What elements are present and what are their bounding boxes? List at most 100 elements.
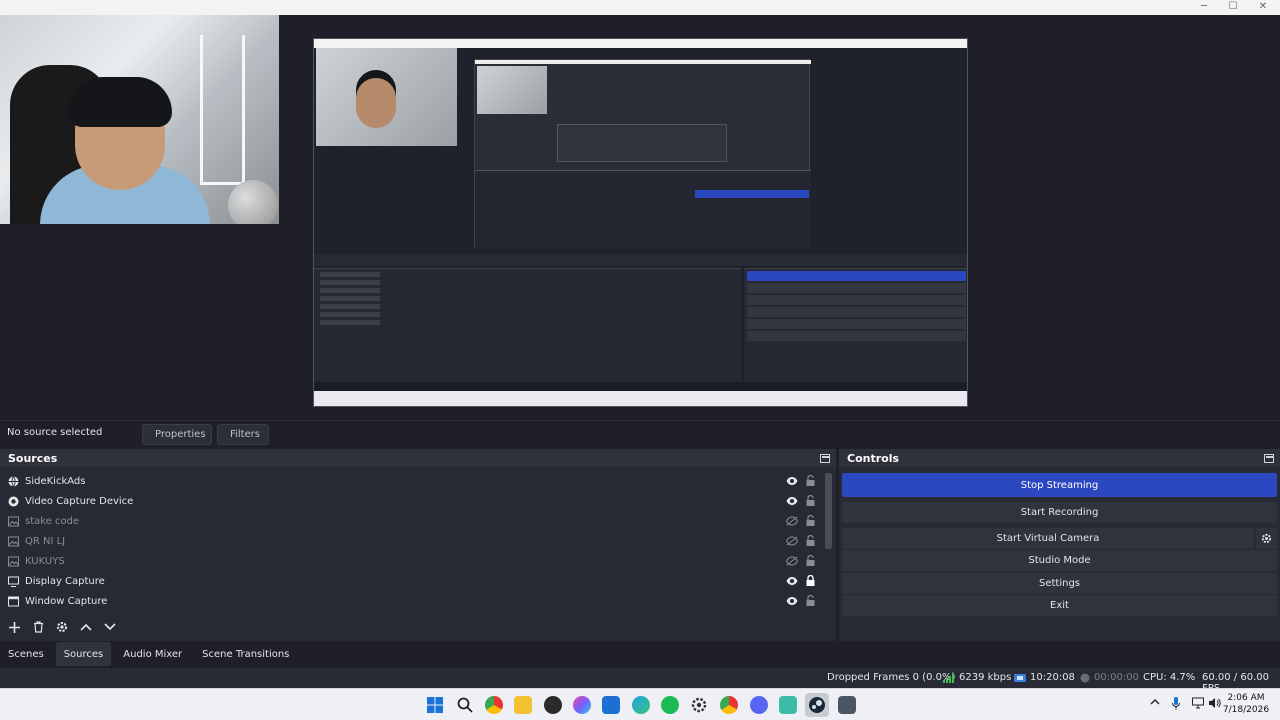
- sources-title: Sources: [8, 451, 58, 465]
- spotify-icon[interactable]: [661, 696, 679, 714]
- unlock-icon[interactable]: [806, 474, 815, 486]
- display-capture-preview: [313, 38, 968, 407]
- tab-scenes[interactable]: Scenes: [0, 642, 52, 666]
- minimize-button[interactable]: ─: [1189, 0, 1219, 15]
- tab-scene-transitions[interactable]: Scene Transitions: [194, 642, 297, 666]
- title-bar: ─ ☐ ✕: [0, 0, 1280, 15]
- close-button[interactable]: ✕: [1248, 0, 1278, 15]
- dock-tabs: Scenes Sources Audio Mixer Scene Transit…: [0, 642, 836, 666]
- bitrate-text: 6239 kbps: [959, 672, 1012, 683]
- properties-label: Properties: [155, 429, 206, 440]
- stream-time-text: 10:20:08: [1030, 672, 1075, 683]
- no-source-label: No source selected: [7, 427, 103, 438]
- dropped-frames: Dropped Frames 0 (0.0%): [827, 672, 956, 683]
- settings-icon[interactable]: [690, 696, 708, 714]
- source-item[interactable]: Video Capture Device: [0, 491, 822, 511]
- source-item[interactable]: SideKickAds: [0, 471, 822, 491]
- filters-label: Filters: [230, 429, 260, 440]
- source-item[interactable]: stake code: [0, 511, 822, 531]
- source-toolbar: No source selected Properties Filters: [0, 420, 1280, 447]
- source-label: stake code: [25, 515, 80, 527]
- volume-icon[interactable]: [1208, 697, 1221, 712]
- controls-title: Controls: [847, 451, 900, 465]
- preview-canvas[interactable]: [0, 15, 1280, 420]
- tab-audio-mixer[interactable]: Audio Mixer: [115, 642, 190, 666]
- browser-icon: [8, 475, 19, 487]
- sources-scrollbar[interactable]: [825, 471, 832, 599]
- unlock-icon[interactable]: [806, 594, 815, 606]
- unlock-icon[interactable]: [806, 514, 815, 526]
- source-label: KUKUYS: [25, 555, 65, 567]
- remove-source-button[interactable]: [28, 617, 48, 637]
- unlock-icon[interactable]: [806, 494, 815, 506]
- source-label: QR NI LJ: [25, 535, 66, 547]
- start-virtual-camera-button[interactable]: Start Virtual Camera: [842, 528, 1254, 549]
- webcam-feed: [0, 15, 279, 224]
- add-source-button[interactable]: [4, 617, 24, 637]
- source-item[interactable]: KUKUYS: [0, 551, 822, 571]
- maximize-button[interactable]: ☐: [1218, 0, 1248, 15]
- windows-taskbar: 2:06 AM 7/18/2026: [0, 688, 1280, 720]
- calculator-icon[interactable]: [838, 696, 856, 714]
- stop-streaming-button[interactable]: Stop Streaming: [842, 473, 1277, 497]
- source-item[interactable]: Display Capture: [0, 571, 822, 591]
- discord-icon[interactable]: [750, 696, 768, 714]
- eye-hidden-icon[interactable]: [785, 556, 799, 566]
- plus-icon: [8, 621, 20, 633]
- exit-button[interactable]: Exit: [842, 595, 1277, 616]
- trash-icon: [33, 621, 43, 633]
- obs-taskbar-button[interactable]: [805, 693, 829, 717]
- notes-icon[interactable]: [779, 696, 797, 714]
- cpu-usage: CPU: 4.7%: [1143, 672, 1196, 683]
- undock-icon[interactable]: [1264, 453, 1274, 463]
- properties-button[interactable]: Properties: [142, 424, 212, 445]
- chrome-profile-icon[interactable]: [720, 696, 738, 714]
- start-menu-icon[interactable]: [426, 696, 444, 714]
- unlock-icon[interactable]: [806, 534, 815, 546]
- sources-dock: Sources SideKickAds Video Capture Device s…: [0, 449, 836, 641]
- network-icon[interactable]: [1192, 697, 1204, 712]
- source-item[interactable]: Window Capture: [0, 591, 822, 611]
- unlock-icon[interactable]: [806, 554, 815, 566]
- filters-button[interactable]: Filters: [217, 424, 269, 445]
- chevron-down-icon: [104, 623, 116, 631]
- eye-hidden-icon[interactable]: [785, 536, 799, 546]
- gear-icon: [57, 622, 67, 632]
- store-icon[interactable]: [602, 696, 620, 714]
- eye-icon[interactable]: [786, 476, 798, 486]
- studio-mode-button[interactable]: Studio Mode: [842, 550, 1277, 571]
- move-up-button[interactable]: [76, 617, 96, 637]
- image-icon: [8, 516, 19, 527]
- move-down-button[interactable]: [100, 617, 120, 637]
- lock-icon[interactable]: [806, 574, 815, 586]
- eye-hidden-icon[interactable]: [785, 516, 799, 526]
- search-icon[interactable]: [456, 696, 474, 714]
- stream-timer: 10:20:08: [1014, 672, 1075, 683]
- tab-sources[interactable]: Sources: [55, 642, 112, 666]
- status-bar: Dropped Frames 0 (0.0%) 6239 kbps 10:20:…: [0, 668, 1280, 694]
- sources-toolbar: [4, 617, 120, 637]
- eye-icon[interactable]: [786, 576, 798, 586]
- system-clock[interactable]: 2:06 AM 7/18/2026: [1222, 692, 1270, 716]
- chrome-icon[interactable]: [485, 696, 503, 714]
- eye-icon[interactable]: [786, 496, 798, 506]
- edge-icon[interactable]: [632, 696, 650, 714]
- source-properties-button[interactable]: [52, 617, 72, 637]
- eye-icon[interactable]: [786, 596, 798, 606]
- file-explorer-icon[interactable]: [514, 696, 532, 714]
- gear-icon: [1261, 533, 1272, 544]
- settings-button[interactable]: Settings: [842, 573, 1277, 594]
- undock-icon[interactable]: [820, 453, 830, 463]
- record-time-text: 00:00:00: [1094, 672, 1139, 683]
- tray-chevron-icon[interactable]: [1150, 697, 1160, 710]
- source-item[interactable]: QR NI LJ: [0, 531, 822, 551]
- microphone-icon[interactable]: [1172, 697, 1180, 713]
- signal-bars-icon: [943, 672, 954, 683]
- record-icon: [1080, 673, 1090, 682]
- virtual-camera-settings-button[interactable]: [1256, 528, 1277, 549]
- source-label: Video Capture Device: [25, 495, 134, 507]
- start-recording-button[interactable]: Start Recording: [842, 502, 1277, 523]
- copilot-icon[interactable]: [573, 696, 591, 714]
- sources-list: SideKickAds Video Capture Device stake cod…: [0, 471, 822, 611]
- app-icon[interactable]: [544, 696, 562, 714]
